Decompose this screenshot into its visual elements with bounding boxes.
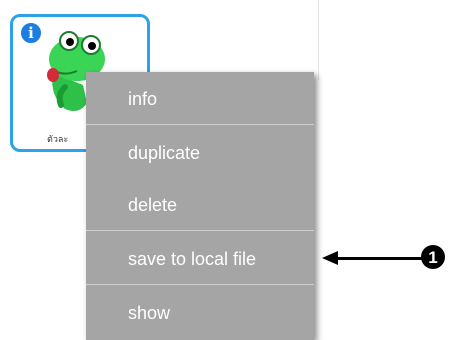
menu-item-delete[interactable]: delete xyxy=(86,180,314,230)
menu-separator xyxy=(86,124,314,125)
menu-item-info[interactable]: info xyxy=(86,74,314,124)
callout-number: 1 xyxy=(428,247,438,267)
menu-item-duplicate[interactable]: duplicate xyxy=(86,128,314,178)
info-icon[interactable]: i xyxy=(19,21,43,45)
menu-item-save-to-local-file[interactable]: save to local file xyxy=(86,234,314,284)
menu-separator xyxy=(86,230,314,231)
context-menu: info duplicate delete save to local file… xyxy=(86,72,314,340)
panel-divider xyxy=(318,0,319,80)
sprite-name: ตัวละ xyxy=(47,134,69,144)
arrow-line xyxy=(336,257,422,260)
callout-number-badge: 1 xyxy=(421,245,445,269)
info-icon-glyph: i xyxy=(28,23,34,42)
menu-separator xyxy=(86,284,314,285)
menu-item-show[interactable]: show xyxy=(86,288,314,338)
